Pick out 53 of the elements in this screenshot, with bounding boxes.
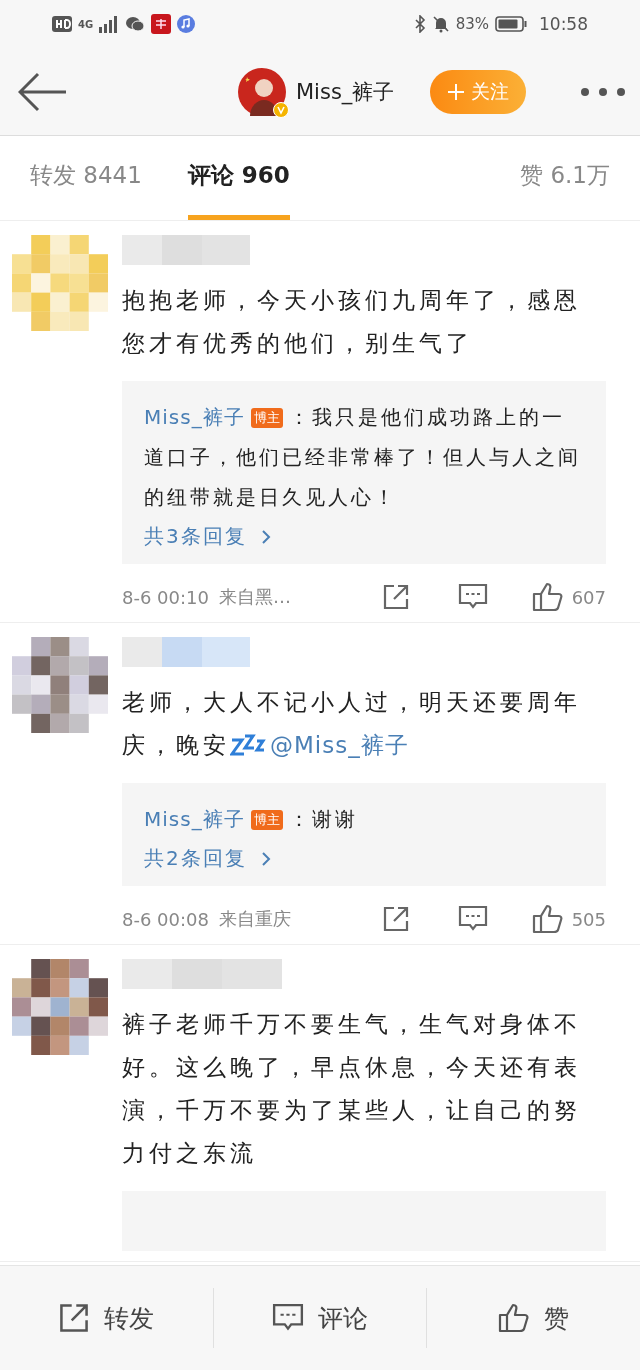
back-icon[interactable] [18,71,68,112]
comment-time: 8-6 00:08 [122,908,209,930]
share-icon[interactable] [381,583,410,611]
chevron-right-icon [260,850,271,867]
tab[interactable]: 评论 960 [187,160,290,220]
like-count: 505 [571,908,606,930]
reply-box[interactable]: Miss_裤子 博主 ：谢谢 共2条回复 [122,783,606,886]
bluetooth-icon [413,15,426,33]
comment-source: 来自黑… [219,585,291,609]
thumbs-up-icon[interactable] [531,904,564,934]
comment-text: 老师，大人不记小人过，明天还要周年庆，晚安 @Miss_裤子 [122,688,582,760]
author-name[interactable]: Miss_裤子 [296,77,395,106]
reply-author-link[interactable]: Miss_裤子 [144,405,245,429]
blogger-badge: 博主 [250,810,283,830]
like-count: 607 [571,586,606,608]
tab[interactable]: 转发 8441 [30,160,142,220]
reply-text: Miss_裤子 博主 ：我只是他们成功路上的一道口子，他们已经非常棒了！但人与人之间的纽带就是日久见人心！ [144,404,582,511]
music-icon [177,15,196,33]
plus-icon [447,82,466,101]
muted-bell-icon [431,15,450,33]
chat-app-icon [125,16,146,32]
blogger-badge: 博主 [250,408,283,428]
comment-text: 抱抱老师，今天小孩们九周年了，感恩您才有优秀的他们，别生气了 [122,286,582,358]
app-icon [151,14,172,34]
signal-icon [99,15,120,33]
network-type: 4G [78,18,94,30]
comment-icon[interactable] [457,583,488,611]
comment-button[interactable]: 评论 [213,1288,428,1348]
hd-icon [52,16,72,32]
comment-text: 裤子老师千万不要生气，生气对身体不好。这么晚了，早点休息，今天还有表演，千万不要为了某些人，让自己的努力付之东流 [122,1010,582,1168]
comment-source: 来自重庆 [219,907,291,931]
reply-text: Miss_裤子 博主 ：谢谢 [144,806,359,833]
mention-link[interactable]: @Miss_裤子 [270,732,409,758]
thumbs-up-icon [498,1303,531,1333]
chevron-right-icon [260,528,271,545]
comment-time: 8-6 00:10 [122,586,209,608]
reply-box[interactable]: Miss_裤子 博主 ：我只是他们成功路上的一道口子，他们已经非常棒了！但人与人之间的纽带就是日久见人心！ 共3条回复 [122,381,606,564]
battery-icon [495,16,527,32]
more-icon[interactable] [580,86,626,97]
like-button[interactable]: 赞 [427,1288,640,1348]
clock: 10:58 [539,14,588,34]
reply-author-link[interactable]: Miss_裤子 [144,807,245,831]
comment-icon[interactable] [457,905,488,933]
more-replies-link[interactable]: 共3条回复 [144,523,271,550]
avatar-icon[interactable] [238,67,286,116]
tab[interactable]: 赞 6.1万 [520,160,610,220]
battery-percent: 83% [455,15,489,33]
comment-icon [272,1303,304,1333]
thumbs-up-icon[interactable] [531,582,564,612]
share-icon [58,1302,91,1334]
more-replies-link[interactable]: 共2条回复 [144,845,271,872]
share-icon[interactable] [381,905,410,933]
repost-button[interactable]: 转发 [0,1288,214,1348]
